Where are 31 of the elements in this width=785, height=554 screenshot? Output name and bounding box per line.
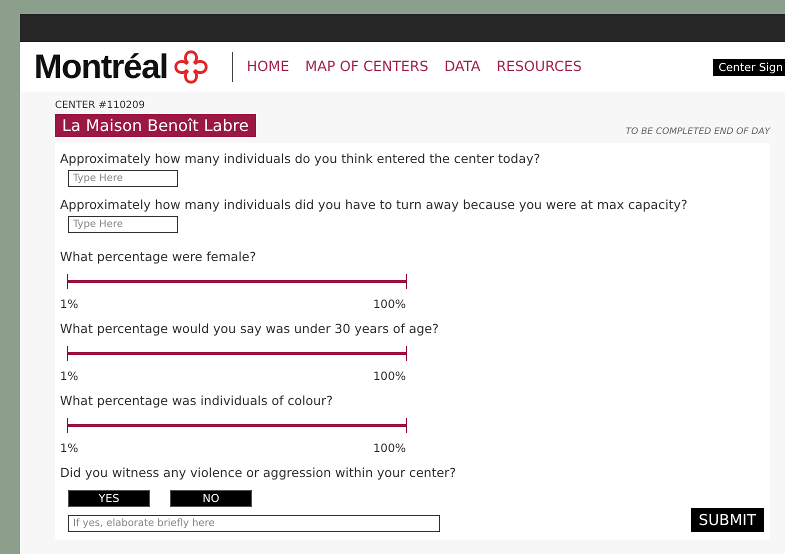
question-label: What percentage was individuals of colour?: [60, 393, 334, 408]
slider-track[interactable]: [67, 274, 407, 289]
nav-link[interactable]: HOME: [246, 59, 290, 75]
completion-note: TO BE COMPLETED END OF DAY: [626, 127, 770, 137]
slider-min-label: 1%: [60, 369, 78, 383]
slider-track[interactable]: [67, 418, 407, 433]
slider-min-label: 1%: [60, 297, 78, 311]
option-button[interactable]: YES: [68, 490, 150, 507]
nav-link[interactable]: MAP OF CENTERS: [305, 59, 428, 75]
input-field[interactable]: If yes, elaborate briefly here: [68, 515, 440, 532]
submit-button[interactable]: SUBMIT: [690, 508, 764, 532]
question-label: Did you witness any violence or aggression within your center?: [60, 465, 457, 480]
input-field[interactable]: Type Here: [68, 216, 178, 233]
question-label: Approximately how many individuals did you have to turn away because you were at max capacity?: [60, 197, 688, 212]
slider-max-label: 100%: [373, 441, 406, 455]
question-label: What percentage would you say was under 30 years of age?: [60, 321, 440, 336]
flower-logo-icon: [172, 48, 210, 86]
slider-min-label: 1%: [60, 441, 78, 455]
slider-track[interactable]: [67, 346, 407, 361]
question-label: Approximately how many individuals do you think entered the center today?: [60, 151, 542, 166]
center-sign-button[interactable]: Center Sign: [713, 58, 785, 76]
question-label: What percentage were female?: [60, 249, 258, 264]
nav-link[interactable]: DATA: [444, 59, 480, 75]
slider-max-label: 100%: [373, 297, 406, 311]
nav-link[interactable]: RESOURCES: [496, 59, 582, 75]
input-field[interactable]: Type Here: [68, 170, 178, 187]
slider-max-label: 100%: [373, 369, 406, 383]
center-name: La Maison Benoît Labre: [55, 114, 256, 137]
logo-text: Montréal: [34, 48, 168, 86]
center-number: CENTER #110209: [55, 100, 146, 111]
option-button[interactable]: NO: [170, 490, 252, 507]
